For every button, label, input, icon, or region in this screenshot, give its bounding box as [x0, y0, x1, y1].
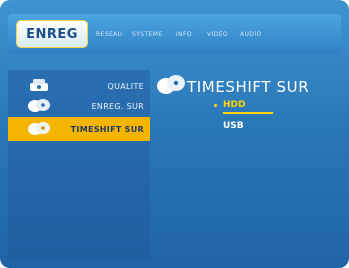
sidebar-item-enreg-sur[interactable]: ENREG. SUR — [8, 94, 150, 118]
tab-audio[interactable]: AUDIO — [240, 31, 262, 38]
sidebar-item-label: ENREG. SUR — [91, 101, 144, 111]
sidebar-item-label: QUALITE — [107, 81, 144, 91]
timeshift-disc-icon — [26, 119, 52, 141]
selection-bullet — [214, 104, 217, 107]
tab-reseau[interactable]: RESEAU — [96, 31, 122, 38]
option-hdd-underline — [223, 112, 273, 114]
page-title: TIMESHIFT SUR — [187, 78, 310, 96]
sidebar-item-timeshift-sur[interactable]: TIMESHIFT SUR — [8, 117, 150, 141]
sidebar-item-label: TIMESHIFT SUR — [70, 124, 144, 134]
osd-screen: ENREG RESEAU SYSTEME INFO VIDEO AUDIO QU… — [0, 0, 349, 268]
tab-info[interactable]: INFO — [176, 31, 192, 38]
tab-video[interactable]: VIDEO — [207, 31, 228, 38]
tab-enreg[interactable]: ENREG — [16, 20, 88, 48]
record-disc-icon — [26, 96, 52, 118]
timeshift-disc-icon — [155, 70, 187, 102]
option-usb[interactable]: USB — [223, 121, 244, 131]
tab-systeme[interactable]: SYSTEME — [132, 31, 163, 38]
tab-enreg-label: ENREG — [26, 26, 78, 42]
option-hdd[interactable]: HDD — [223, 100, 245, 110]
